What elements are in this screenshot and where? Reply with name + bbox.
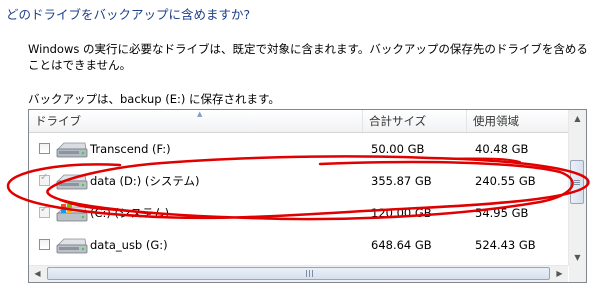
windows-drive-icon [56,204,88,222]
scroll-up-icon[interactable]: ▲ [569,110,586,127]
drive-checkbox[interactable] [39,239,50,250]
removable-drive-icon [56,142,88,158]
scrollbar-corner [569,266,586,282]
column-header-drive[interactable]: ドライブ [29,110,363,132]
backup-destination-label: バックアップは、backup (E:) に保存されます。 [28,92,280,106]
column-header-total-size[interactable]: 合計サイズ [363,110,467,132]
horizontal-scroll-thumb[interactable] [47,267,550,280]
table-row[interactable]: data (D:) (システム) 355.87 GB 240.55 GB [29,165,568,197]
hard-drive-icon [56,174,88,190]
vertical-scroll-thumb[interactable] [570,160,584,204]
description-text: Windows の実行に必要なドライブは、既定で対象に含まれます。バックアップの… [28,42,588,72]
column-header-used-space[interactable]: 使用領域 [467,110,568,132]
drive-checkbox [39,204,50,218]
drive-total-size: 50.00 GB [371,142,425,156]
drive-used-space: 54.95 GB [475,206,529,220]
drive-checkbox [39,172,50,186]
page-heading: どのドライブをバックアップに含めますか? [6,7,251,22]
drive-name: data (D:) (システム) [90,174,200,188]
drive-name: (C:) (システム) [90,206,170,220]
column-header-total-size-label: 合計サイズ [369,114,427,128]
scroll-down-icon[interactable]: ▼ [569,249,586,266]
column-header-used-space-label: 使用領域 [473,114,519,128]
drive-total-size: 120.00 GB [371,206,432,220]
scroll-left-icon[interactable]: ◀ [29,266,46,282]
sort-ascending-icon: ▲ [197,110,203,118]
scroll-right-icon[interactable]: ▶ [551,266,568,282]
drive-total-size: 355.87 GB [371,174,432,188]
drive-used-space: 240.55 GB [475,174,536,188]
drive-used-space: 524.43 GB [475,238,536,252]
table-row[interactable]: data_usb (G:) 648.64 GB 524.43 GB [29,229,568,261]
horizontal-scrollbar[interactable]: ◀ ▶ [29,265,568,282]
drive-used-space: 40.48 GB [475,142,529,156]
table-row[interactable]: Transcend (F:) 50.00 GB 40.48 GB [29,133,568,165]
drive-checkbox[interactable] [39,143,50,154]
list-header: ドライブ ▲ 合計サイズ 使用領域 [29,110,568,133]
column-header-drive-label: ドライブ [35,114,81,128]
drive-name: data_usb (G:) [90,238,168,252]
vertical-scrollbar[interactable]: ▲ ▼ [568,110,586,266]
drive-name: Transcend (F:) [90,142,171,156]
hard-drive-icon [56,238,88,254]
drive-total-size: 648.64 GB [371,238,432,252]
drive-list[interactable]: ドライブ ▲ 合計サイズ 使用領域 Transcend (F:) 50.00 G… [28,109,587,283]
table-row[interactable]: (C:) (システム) 120.00 GB 54.95 GB [29,197,568,229]
